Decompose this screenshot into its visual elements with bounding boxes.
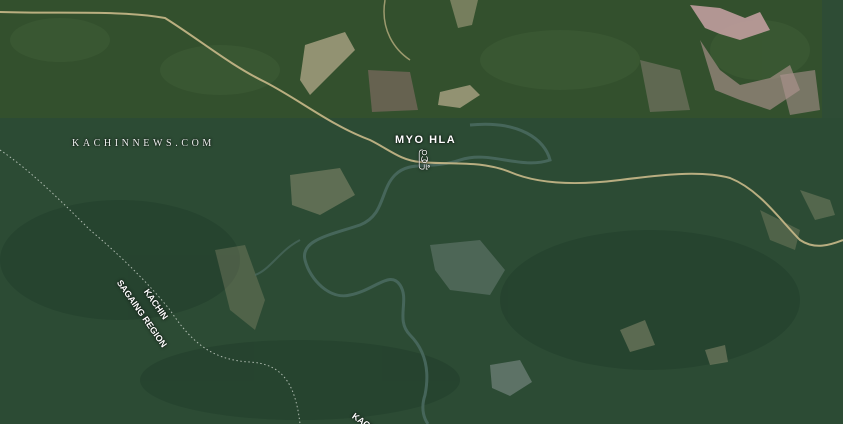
watermark: KACHINNEWS.COM bbox=[72, 138, 215, 149]
town-label-local[interactable]: မြို့ bbox=[418, 149, 431, 170]
satellite-terrain bbox=[0, 0, 843, 424]
satellite-map[interactable]: KACHINNEWS.COM MYO HLA မြို့ KACHIN SAGA… bbox=[0, 0, 843, 424]
town-label[interactable]: MYO HLA bbox=[395, 134, 456, 146]
